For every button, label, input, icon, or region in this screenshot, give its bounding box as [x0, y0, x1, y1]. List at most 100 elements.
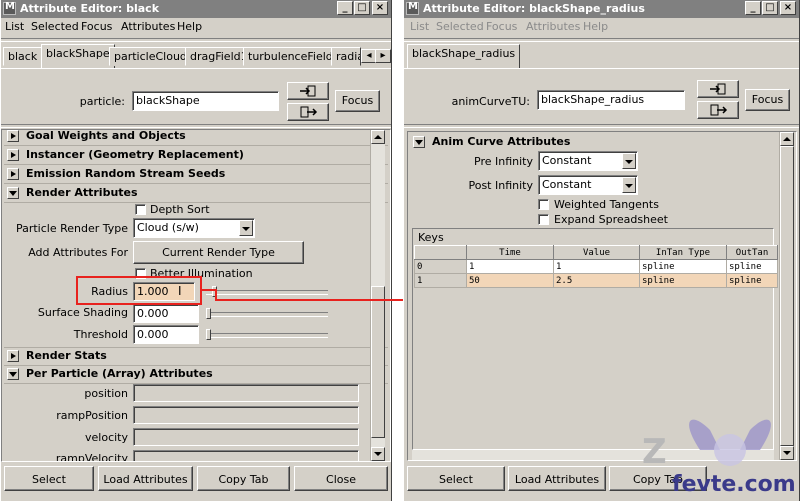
column-header[interactable]: InTan Type: [639, 245, 727, 260]
output-connections-button[interactable]: [287, 103, 329, 121]
section-per-particle[interactable]: Per Particle (Array) Attributes: [4, 366, 388, 384]
section-render-stats[interactable]: Render Stats: [4, 347, 388, 366]
threshold-slider-handle[interactable]: [206, 329, 211, 340]
section-emission-seeds[interactable]: Emission Random Stream Seeds: [4, 166, 388, 184]
pre-infinity-dropdown[interactable]: Constant: [538, 151, 638, 171]
scroll-down-icon[interactable]: [371, 447, 385, 461]
menu-selected[interactable]: Selected: [31, 20, 79, 33]
tab-radia[interactable]: radia: [331, 47, 361, 66]
focus-button[interactable]: Focus: [335, 90, 380, 112]
table-row[interactable]: 1 50 2.5 spline spline: [414, 273, 778, 288]
expand-spreadsheet-label: Expand Spreadsheet: [554, 213, 668, 226]
surface-shading-field[interactable]: 0.000: [133, 304, 199, 323]
threshold-slider[interactable]: [206, 333, 328, 338]
table-cell[interactable]: 1: [553, 259, 640, 274]
chevron-down-icon[interactable]: [622, 177, 636, 193]
table-cell[interactable]: spline: [639, 273, 727, 288]
window-title: Attribute Editor: black: [20, 2, 160, 15]
output-connections-button[interactable]: [697, 101, 739, 119]
close-icon[interactable]: ×: [372, 1, 388, 15]
section-instancer[interactable]: Instancer (Geometry Replacement): [4, 147, 388, 165]
menu-attributes[interactable]: Attributes: [121, 20, 175, 33]
copy-tab-button[interactable]: Copy Tab: [197, 466, 290, 491]
maximize-icon[interactable]: □: [762, 1, 778, 15]
table-header-row: Time Value InTan Type OutTan: [414, 245, 778, 260]
output-arrow-icon: [300, 106, 318, 118]
title-bar[interactable]: Attribute Editor: blackShape_radius _ □ …: [404, 0, 799, 18]
expand-arrow-icon[interactable]: [7, 149, 19, 161]
column-header[interactable]: OutTan: [726, 245, 778, 260]
chevron-down-icon[interactable]: [622, 153, 636, 169]
input-connections-button[interactable]: [287, 82, 329, 100]
velocity-field[interactable]: [133, 428, 359, 446]
table-cell[interactable]: 2.5: [553, 273, 640, 288]
section-goal-weights[interactable]: Goal Weights and Objects: [4, 130, 388, 146]
maximize-icon[interactable]: □: [354, 1, 370, 15]
section-anim-curve[interactable]: Anim Curve Attributes: [410, 134, 794, 151]
collapse-arrow-icon[interactable]: [7, 368, 19, 380]
close-button[interactable]: Close: [294, 466, 388, 491]
collapse-arrow-icon[interactable]: [413, 136, 425, 148]
weighted-tangents-label: Weighted Tangents: [554, 198, 659, 211]
tab-scroll-right-icon[interactable]: ▸: [375, 49, 391, 63]
ramp-position-field[interactable]: [133, 406, 359, 424]
input-connections-button[interactable]: [697, 80, 739, 98]
menu-focus[interactable]: Focus: [486, 20, 517, 33]
select-button[interactable]: Select: [4, 466, 94, 491]
current-render-type-button[interactable]: Current Render Type: [133, 241, 304, 264]
node-name-field[interactable]: blackShape_radius: [537, 90, 685, 110]
close-icon[interactable]: ×: [780, 1, 796, 15]
tab-blackshape[interactable]: blackShape: [41, 44, 115, 68]
node-tabs: blackShape_radius: [404, 44, 799, 69]
tab-blackshape-radius[interactable]: blackShape_radius: [407, 44, 521, 68]
table-cell[interactable]: 50: [466, 273, 554, 288]
menu-list[interactable]: List: [410, 20, 429, 33]
render-type-dropdown[interactable]: Cloud (s/w): [133, 218, 255, 238]
scroll-up-icon[interactable]: [371, 130, 385, 144]
scrollbar-thumb[interactable]: [780, 146, 794, 446]
expand-arrow-icon[interactable]: [7, 130, 19, 142]
node-name-field[interactable]: blackShape: [132, 91, 279, 111]
table-cell[interactable]: 1: [466, 259, 554, 274]
collapse-arrow-icon[interactable]: [7, 187, 19, 199]
title-bar[interactable]: Attribute Editor: black _ □ ×: [1, 0, 391, 18]
divider: [1, 124, 391, 128]
row-index: 1: [414, 273, 467, 288]
column-header[interactable]: Time: [466, 245, 554, 260]
scroll-up-icon[interactable]: [780, 132, 794, 146]
menu-selected[interactable]: Selected: [436, 20, 484, 33]
tab-black[interactable]: black: [3, 47, 43, 66]
minimize-icon[interactable]: _: [745, 1, 761, 15]
chevron-down-icon[interactable]: [239, 220, 253, 236]
minimize-icon[interactable]: _: [337, 1, 353, 15]
menu-focus[interactable]: Focus: [81, 20, 112, 33]
menu-list[interactable]: List: [5, 20, 24, 33]
ramp-velocity-field[interactable]: [133, 450, 359, 461]
load-attributes-button[interactable]: Load Attributes: [508, 466, 606, 491]
position-field[interactable]: [133, 384, 359, 402]
table-cell[interactable]: spline: [639, 259, 727, 274]
expand-arrow-icon[interactable]: [7, 168, 19, 180]
expand-arrow-icon[interactable]: [7, 350, 19, 362]
focus-button[interactable]: Focus: [745, 89, 790, 111]
column-header[interactable]: Value: [553, 245, 640, 260]
section-render-attributes[interactable]: Render Attributes: [4, 185, 388, 203]
table-cell[interactable]: spline: [726, 273, 778, 288]
threshold-field[interactable]: 0.000: [133, 325, 199, 344]
maya-app-icon: [3, 1, 16, 15]
expand-spreadsheet-checkbox[interactable]: [538, 214, 549, 225]
divider: [1, 38, 391, 42]
input-arrow-icon: [710, 83, 726, 95]
table-row[interactable]: 0 1 1 spline spline: [414, 259, 778, 274]
table-cell[interactable]: spline: [726, 259, 778, 274]
depth-sort-checkbox[interactable]: [135, 204, 146, 215]
menu-help[interactable]: Help: [177, 20, 202, 33]
weighted-tangents-checkbox[interactable]: [538, 199, 549, 210]
tab-turbulencefield1[interactable]: turbulenceField1: [243, 47, 345, 66]
menu-attributes[interactable]: Attributes: [526, 20, 580, 33]
menu-help[interactable]: Help: [583, 20, 608, 33]
select-button[interactable]: Select: [407, 466, 505, 491]
array-attr-label: rampVelocity: [55, 452, 128, 462]
post-infinity-dropdown[interactable]: Constant: [538, 175, 638, 195]
load-attributes-button[interactable]: Load Attributes: [98, 466, 193, 491]
